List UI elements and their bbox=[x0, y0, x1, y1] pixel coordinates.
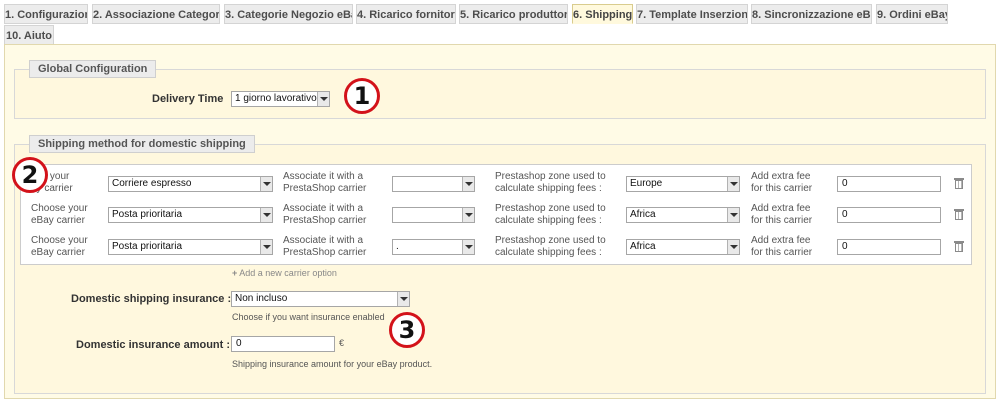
annotation-marker-2: 2 bbox=[12, 157, 48, 193]
extra-fee-label: Add extra fee for this carrier bbox=[751, 203, 813, 226]
tab-shipping[interactable]: 6. Shipping bbox=[572, 4, 633, 24]
zone-select[interactable]: Africa bbox=[626, 239, 740, 255]
delivery-time-label: Delivery Time bbox=[152, 93, 224, 105]
chevron-down-icon bbox=[397, 292, 409, 306]
zone-value: Africa bbox=[630, 241, 656, 252]
delivery-time-value: 1 giorno lavorativo bbox=[235, 93, 317, 104]
tab-template-inserzione[interactable]: 7. Template Inserzione bbox=[636, 4, 748, 24]
insurance-amount-label: Domestic insurance amount : bbox=[76, 339, 231, 351]
insurance-amount-help-text: Shipping insurance amount for your eBay … bbox=[232, 359, 433, 369]
plus-icon: + bbox=[232, 268, 238, 278]
currency-symbol: € bbox=[339, 338, 345, 348]
zone-label: Prestashop zone used to calculate shippin… bbox=[495, 171, 606, 194]
ebay-carrier-select[interactable]: Posta prioritaria bbox=[108, 239, 273, 255]
chevron-down-icon bbox=[260, 177, 272, 191]
tab-categorie-negozio-ebay[interactable]: 3. Categorie Negozio eBay bbox=[224, 4, 353, 24]
insurance-help-text: Choose if you want insurance enabled bbox=[232, 312, 385, 322]
tab-ordini-ebay[interactable]: 9. Ordini eBay bbox=[876, 4, 948, 24]
extra-fee-input[interactable]: 0 bbox=[837, 239, 941, 255]
insurance-label: Domestic shipping insurance : bbox=[71, 293, 232, 305]
insurance-amount-input[interactable]: 0 bbox=[231, 336, 335, 352]
insurance-value: Non incluso bbox=[235, 293, 288, 304]
chevron-down-icon bbox=[727, 240, 739, 254]
add-carrier-link[interactable]: + Add a new carrier option bbox=[232, 268, 337, 278]
tab-ricarico-fornitore[interactable]: 4. Ricarico fornitore bbox=[356, 4, 456, 24]
trash-icon[interactable] bbox=[954, 240, 964, 253]
tab-aiuto[interactable]: 10. Aiuto bbox=[4, 25, 54, 45]
ebay-carrier-value: Corriere espresso bbox=[112, 178, 192, 189]
domestic-shipping-legend: Shipping method for domestic shipping bbox=[29, 135, 255, 153]
prestashop-carrier-select[interactable]: . bbox=[392, 239, 475, 255]
trash-icon[interactable] bbox=[954, 208, 964, 221]
ebay-carrier-label: Choose your eBay carrier bbox=[31, 203, 88, 226]
chevron-down-icon bbox=[462, 208, 474, 222]
annotation-marker-1: 1 bbox=[344, 78, 380, 114]
ebay-carrier-select[interactable]: Posta prioritaria bbox=[108, 207, 273, 223]
chevron-down-icon bbox=[260, 240, 272, 254]
chevron-down-icon bbox=[317, 92, 329, 106]
prestashop-carrier-label: Associate it with a PrestaShop carrier bbox=[283, 171, 367, 194]
global-configuration-legend: Global Configuration bbox=[29, 60, 157, 78]
prestashop-carrier-select[interactable] bbox=[392, 176, 475, 192]
zone-label: Prestashop zone used to calculate shippin… bbox=[495, 235, 606, 258]
prestashop-carrier-select[interactable] bbox=[392, 207, 475, 223]
prestashop-carrier-value: . bbox=[396, 241, 399, 252]
chevron-down-icon bbox=[727, 177, 739, 191]
zone-select[interactable]: Africa bbox=[626, 207, 740, 223]
ebay-carrier-value: Posta prioritaria bbox=[112, 209, 183, 220]
extra-fee-input[interactable]: 0 bbox=[837, 207, 941, 223]
extra-fee-label: Add extra fee for this carrier bbox=[751, 235, 813, 258]
tab-bar: 1. Configurazioni 2. Associazione Catego… bbox=[0, 4, 1000, 45]
tab-sincronizzazione-ebay[interactable]: 8. Sincronizzazione eBay bbox=[751, 4, 872, 24]
chevron-down-icon bbox=[462, 240, 474, 254]
chevron-down-icon bbox=[260, 208, 272, 222]
zone-value: Europe bbox=[630, 178, 663, 189]
carrier-table: ose your ay carrier Corriere espresso Ass… bbox=[20, 164, 972, 265]
annotation-marker-3: 3 bbox=[389, 312, 425, 348]
tab-configurazioni[interactable]: 1. Configurazioni bbox=[4, 4, 88, 24]
zone-value: Africa bbox=[630, 209, 656, 220]
prestashop-carrier-label: Associate it with a PrestaShop carrier bbox=[283, 203, 367, 226]
ebay-carrier-label: Choose your eBay carrier bbox=[31, 235, 88, 258]
extra-fee-input[interactable]: 0 bbox=[837, 176, 941, 192]
prestashop-carrier-label: Associate it with a PrestaShop carrier bbox=[283, 235, 367, 258]
chevron-down-icon bbox=[462, 177, 474, 191]
insurance-select[interactable]: Non incluso bbox=[231, 291, 410, 307]
tab-ricarico-produttore[interactable]: 5. Ricarico produttore bbox=[459, 4, 568, 24]
trash-icon[interactable] bbox=[954, 177, 964, 190]
tab-associazione-categorie[interactable]: 2. Associazione Categorie bbox=[92, 4, 220, 24]
delivery-time-select[interactable]: 1 giorno lavorativo bbox=[231, 91, 330, 107]
add-carrier-label: Add a new carrier option bbox=[239, 268, 337, 278]
zone-select[interactable]: Europe bbox=[626, 176, 740, 192]
zone-label: Prestashop zone used to calculate shippin… bbox=[495, 203, 606, 226]
chevron-down-icon bbox=[727, 208, 739, 222]
extra-fee-label: Add extra fee for this carrier bbox=[751, 171, 813, 194]
ebay-carrier-value: Posta prioritaria bbox=[112, 241, 183, 252]
ebay-carrier-select[interactable]: Corriere espresso bbox=[108, 176, 273, 192]
